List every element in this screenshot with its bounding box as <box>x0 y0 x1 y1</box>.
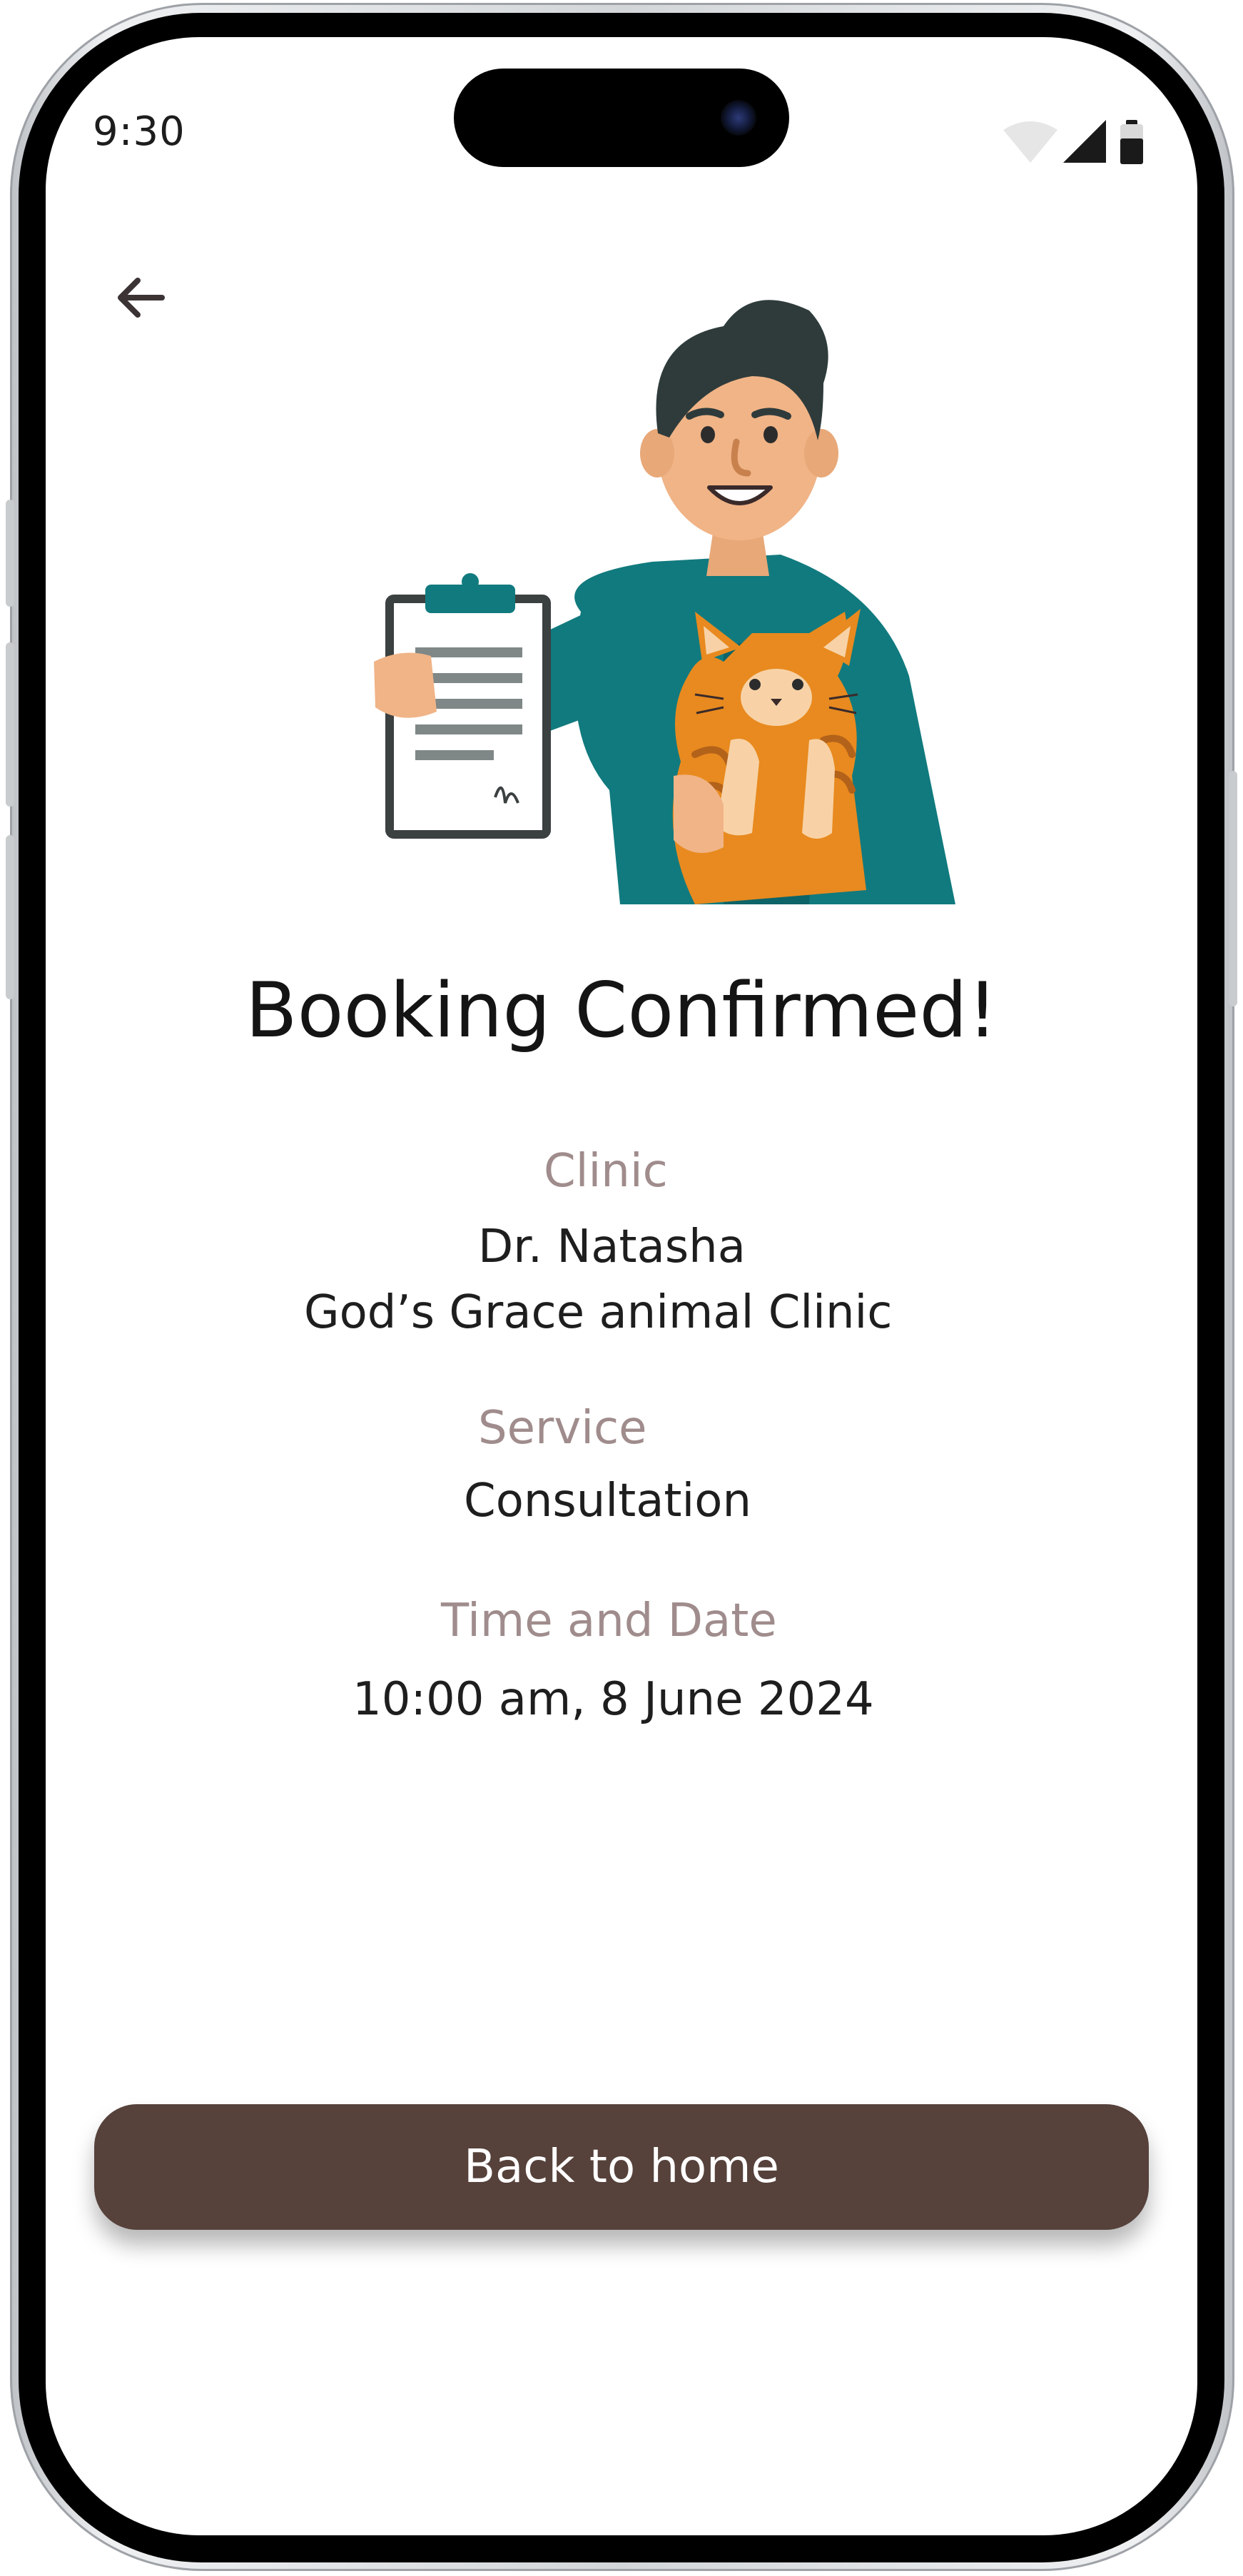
clinic-name: God’s Grace animal Clinic <box>304 1286 893 1339</box>
front-camera-icon <box>721 100 756 136</box>
side-button-left-bottom <box>6 835 14 999</box>
side-button-right <box>1229 771 1237 1006</box>
battery-icon <box>1120 120 1143 164</box>
cellular-signal-icon <box>1063 120 1106 163</box>
wifi-icon <box>1003 121 1057 163</box>
service-value: Consultation <box>464 1475 751 1527</box>
side-button-left-top <box>6 500 14 607</box>
cat-illustration <box>672 609 866 904</box>
status-time: 9:30 <box>93 108 186 155</box>
dynamic-island <box>454 69 789 167</box>
back-button[interactable] <box>101 258 180 337</box>
back-to-home-button[interactable]: Back to home <box>94 2104 1149 2230</box>
confirmation-title: Booking Confirmed! <box>245 966 998 1054</box>
device-mockup: 9:30 Booking Confirmed! Clinic Dr. Natas… <box>0 0 1243 2576</box>
doctor-name: Dr. Natasha <box>478 1221 746 1273</box>
app-screen: 9:30 Booking Confirmed! Clinic Dr. Natas… <box>46 37 1197 2535</box>
time-date-value: 10:00 am, 8 June 2024 <box>352 1673 874 1726</box>
status-icons <box>1003 117 1153 164</box>
clinic-label: Clinic <box>544 1145 668 1198</box>
time-date-label: Time and Date <box>441 1595 777 1647</box>
arrow-left-icon <box>118 278 165 318</box>
clipboard-icon <box>374 573 551 839</box>
side-button-left-middle <box>6 642 14 807</box>
vet-illustration <box>324 276 966 919</box>
service-label: Service <box>478 1402 647 1455</box>
